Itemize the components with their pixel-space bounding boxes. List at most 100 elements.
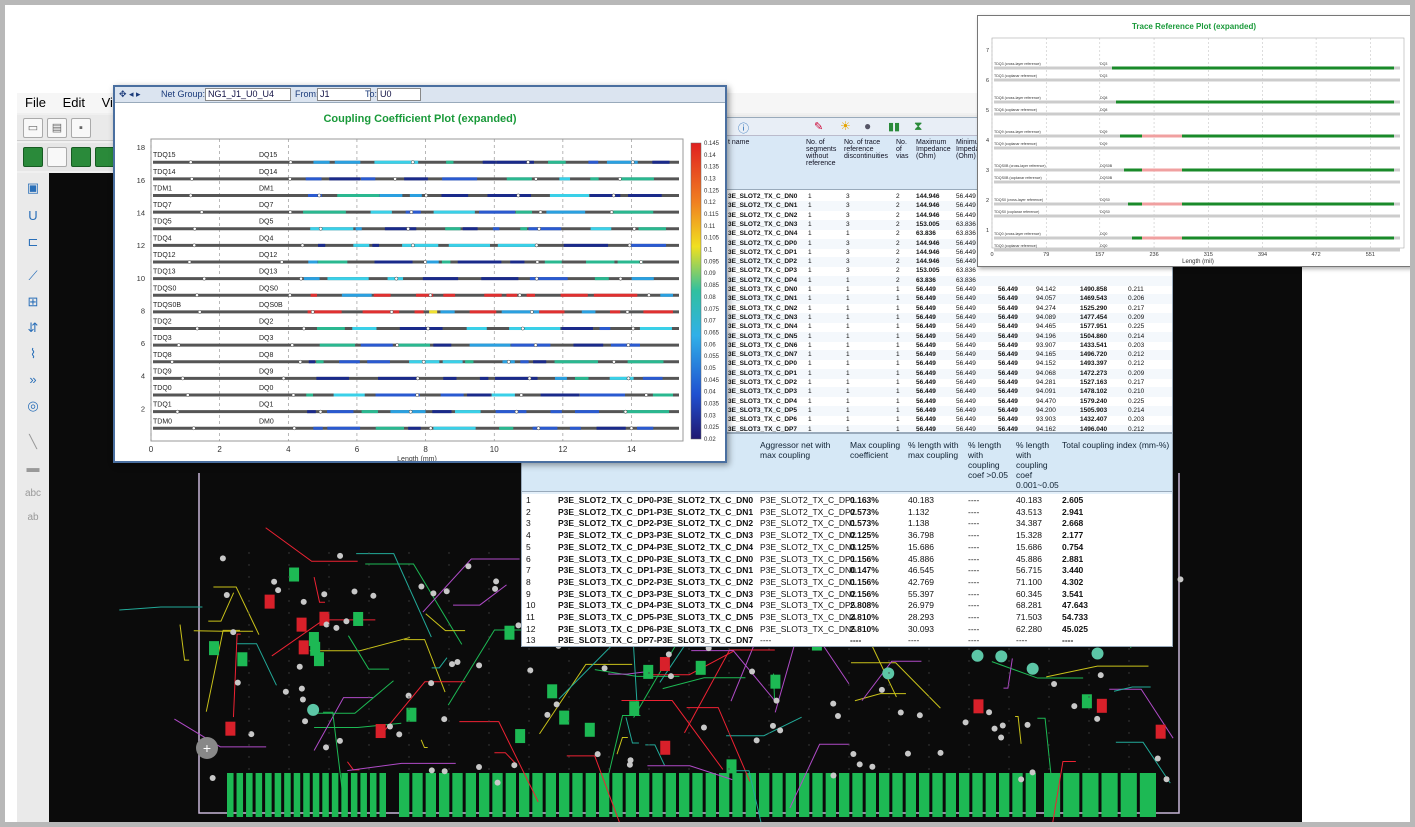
layer-inner-button[interactable] [47,147,67,167]
grid-dot [688,744,690,746]
table-row[interactable]: 3 P3E_SLOT2_TX_C_DP2-P3E_SLOT2_TX_C_DN2 P3… [522,517,1172,530]
menu-file[interactable]: File [20,93,51,112]
menu-edit[interactable]: Edit [58,93,90,112]
table-row[interactable]: 12 P3E_SLOT3_TX_C_DP6-P3E_SLOT3_TX_C_DN6 P… [522,622,1172,635]
open-folder-icon[interactable]: ▤ [47,118,67,138]
resistor-icon[interactable]: ⊏ [22,231,44,253]
grid-dot [608,756,610,758]
pcb-via [667,673,674,680]
hourglass-icon[interactable]: ⧗ [914,119,922,134]
col-aggressor: Aggressor net with max coupling [760,440,831,460]
pcb-via [494,779,501,786]
from-label: From: [295,89,319,99]
table-row[interactable]: 9 P3E_SLOT3_TX_C_DP3-P3E_SLOT3_TX_C_DN3 P3… [522,587,1172,600]
grid-dot [728,708,730,710]
segment-node [281,376,286,381]
table-row[interactable]: 13 P3E_SLOT3_TX_C_DP7-P3E_SLOT3_TX_C_DN7-… [522,634,1172,646]
segment-node [188,160,193,165]
layer-bottom-button[interactable] [71,147,91,167]
bars-icon[interactable]: ▮▮ [888,120,900,133]
cell-pair: P3E_SLOT3_TX_C_DP6-P3E_SLOT3_TX_C_DN6 [558,623,754,634]
sun-icon[interactable]: ☀ [840,119,851,133]
table-row[interactable]: 2 P3E_SLOT2_TX_C_DP1-P3E_SLOT2_TX_C_DN1 P3… [522,505,1172,518]
info-icon[interactable]: ⓘ [738,120,749,136]
coplanar-ref: DQ9 [1100,142,1107,146]
segment-node [647,293,651,298]
grid-dot [368,600,370,602]
rect-icon[interactable]: ▬ [22,457,44,479]
text-icon[interactable]: abc [22,483,44,505]
route-icon[interactable]: ⟋ [22,265,44,287]
new-file-icon[interactable]: ▭ [23,118,43,138]
grid-dot [1008,708,1010,710]
layer-top-button[interactable] [23,147,43,167]
connector-finger [284,773,291,817]
cell-p05: ---- [968,576,980,587]
grid-dot [1088,744,1090,746]
pcb-via [998,734,1005,741]
pcb-trace [494,752,517,765]
colorbar-tick-label: 0.13 [704,177,716,183]
cell-agg: P3E_SLOT3_TX_C_DP1 [760,553,856,564]
pcb-via [230,629,237,636]
trace-net-label: TDQ4 [153,235,172,242]
via-icon[interactable]: ◎ [22,395,44,417]
text-edit-icon[interactable]: ab [22,507,44,529]
table-row[interactable]: 7 P3E_SLOT3_TX_C_DP1-P3E_SLOT3_TX_C_DN1 P3… [522,564,1172,577]
trace-net-label: TDQ2 [153,319,172,326]
from-select[interactable]: J1 [317,88,371,101]
table-row[interactable]: 3E_SLOT3_TX_C_DP7 1 1 1 56.449 56.449 56.449 94… [724,424,1172,432]
line-icon[interactable]: ╲ [22,431,44,453]
grid-dot [608,720,610,722]
pcb-pad [584,722,595,737]
colorbar-tick-label: 0.07 [704,319,716,325]
table-row[interactable]: 8 P3E_SLOT3_TX_C_DP2-P3E_SLOT3_TX_C_DN2 P3… [522,575,1172,588]
u1-part-icon[interactable]: U [22,205,44,227]
save-icon[interactable]: ▪ [71,118,91,138]
pcb-trace [265,527,358,562]
connector-finger [585,773,596,817]
grid-dot [808,720,810,722]
connector-finger [425,773,436,817]
cell-max: 0.573% [850,518,879,529]
cell-p001: 62.280 [1016,623,1042,634]
grid-dot [968,708,970,710]
segment-node [279,260,284,264]
component-icon[interactable]: ▣ [22,177,44,199]
pcb-via [430,590,437,597]
grid-dot [768,756,770,758]
cell-pl: 28.293 [908,612,934,622]
grid-dot [328,648,330,650]
grid-dot [608,744,610,746]
cell-pair: P3E_SLOT2_TX_C_DP1-P3E_SLOT2_TX_C_DN1 [558,506,754,517]
table-row[interactable]: 10 P3E_SLOT3_TX_C_DP4-P3E_SLOT3_TX_C_DN4 P… [522,599,1172,612]
diff-pair-icon[interactable]: ⇵ [22,317,44,339]
grid-dot [928,768,930,770]
grid-dot [1048,648,1050,650]
table-row[interactable]: 11 P3E_SLOT3_TX_C_DP5-P3E_SLOT3_TX_C_DN5 P… [522,611,1172,623]
cell-pair: P3E_SLOT3_TX_C_DP7-P3E_SLOT3_TX_C_DN7 [558,635,754,646]
grid-dot [448,732,450,734]
bomb-icon[interactable]: ● [864,119,871,133]
pcb-via [999,722,1006,729]
grid-dot [488,660,490,662]
grid-dot [488,588,490,590]
table-row[interactable]: 6 P3E_SLOT3_TX_C_DP0-P3E_SLOT3_TX_C_DN0 P3… [522,552,1172,565]
grid-dot [328,756,330,758]
chevron-icon[interactable]: » [22,369,44,391]
table-row[interactable]: 4 P3E_SLOT2_TX_C_DP3-P3E_SLOT2_TX_C_DN3 P3… [522,529,1172,542]
net-group-select[interactable]: NG1_J1_U0_U4 [205,88,291,101]
toolbar-arrows-icon[interactable]: ✥ ◂ ▸ [119,89,141,100]
trace-ref-label: DQ3 [259,335,274,342]
brush-icon[interactable]: ✎ [814,120,823,133]
grid-dot [528,684,530,686]
table-row[interactable]: 1 P3E_SLOT2_TX_C_DP0-P3E_SLOT2_TX_C_DN0 P3… [522,494,1172,506]
grid-dot [688,708,690,710]
length-tune-icon[interactable]: ⌇ [22,343,44,365]
colorbar-tick-label: 0.02 [704,437,716,443]
layer-all-button[interactable] [95,147,115,167]
to-select[interactable]: U0 [377,88,421,101]
grid-dot [288,660,290,662]
table-row[interactable]: 5 P3E_SLOT2_TX_C_DP4-P3E_SLOT2_TX_C_DN4 P3… [522,540,1172,553]
net-icon[interactable]: ⊞ [22,291,44,313]
